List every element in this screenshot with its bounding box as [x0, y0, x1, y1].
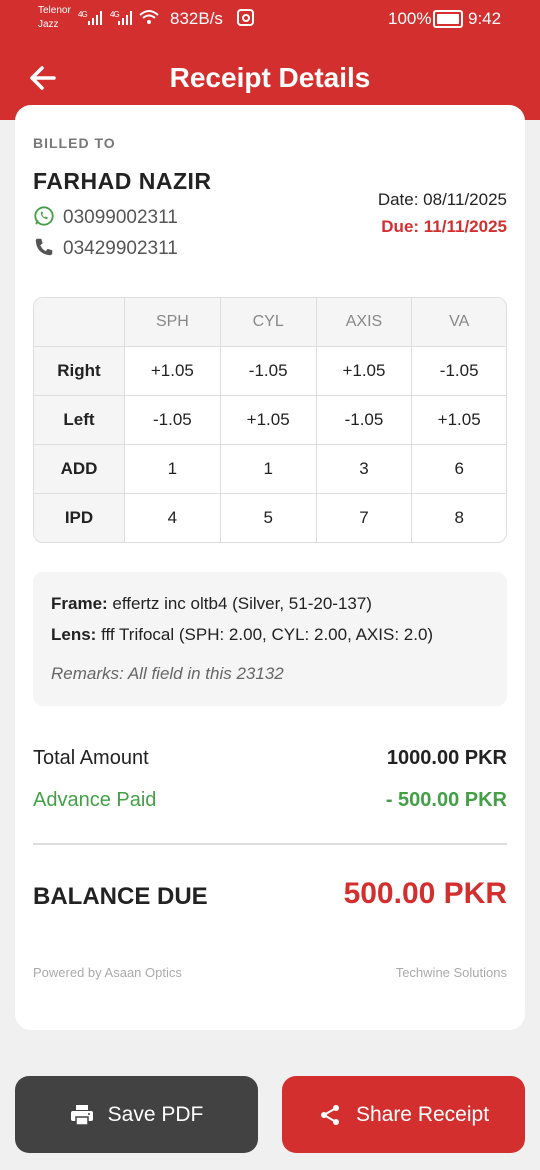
table-row: IPD 4 5 7 8 — [34, 494, 506, 542]
row-label: IPD — [34, 494, 125, 542]
printer-icon — [70, 1104, 93, 1126]
signal-icon-2 — [118, 11, 132, 25]
table-cell: 1 — [125, 445, 221, 494]
row-label: Left — [34, 396, 125, 445]
customer-name: FARHAD NAZIR — [33, 168, 212, 194]
table-cell: 7 — [317, 494, 413, 542]
table-cell: -1.05 — [412, 347, 506, 396]
instagram-icon — [237, 9, 254, 26]
prescription-header-row: SPH CYL AXIS VA — [34, 298, 506, 347]
table-cell: 8 — [454, 508, 464, 527]
network-speed: 832B/s — [170, 9, 223, 28]
table-cell: 6 — [412, 445, 506, 494]
prescription-table: SPH CYL AXIS VA Right +1.05 -1.05 +1.05 … — [33, 297, 507, 543]
balance-due-label: BALANCE DUE — [33, 883, 208, 910]
frame-lens-details: Frame: effertz inc oltb4 (Silver, 51-20-… — [33, 572, 507, 706]
frame-line: Frame: effertz inc oltb4 (Silver, 51-20-… — [51, 594, 372, 613]
powered-by: Powered by Asaan Optics — [33, 965, 182, 980]
column-header-va: VA — [412, 298, 506, 347]
table-row: Right +1.05 -1.05 +1.05 -1.05 — [34, 347, 506, 396]
lens-line: Lens: fff Trifocal (SPH: 2.00, CYL: 2.00… — [51, 625, 434, 644]
row-label: Right — [34, 347, 125, 396]
status-bar: Telenor Jazz 4G 4G 832B/s 100% 9:42 — [0, 0, 540, 40]
phone-number[interactable]: 03429902311 — [33, 236, 178, 260]
table-cell: +1.05 — [220, 396, 317, 445]
due-date: Due: 11/11/2025 — [381, 217, 507, 236]
signal-label-1: 4G — [78, 10, 88, 19]
battery-icon — [433, 10, 463, 28]
column-header-cyl: CYL — [220, 298, 317, 347]
signal-icon — [88, 11, 102, 25]
share-icon — [320, 1104, 339, 1125]
page-title: Receipt Details — [169, 62, 371, 93]
table-cell: 1 — [220, 445, 317, 494]
divider — [33, 843, 507, 845]
balance-due-value: 500.00 PKR — [343, 877, 507, 910]
vendor-credit: Techwine Solutions — [395, 965, 507, 980]
wifi-icon — [139, 10, 159, 24]
receipt-card: BILLED TO FARHAD NAZIR 03099002311 03429… — [15, 105, 525, 1030]
clock: 9:42 — [468, 9, 502, 28]
table-cell: 4 — [125, 494, 221, 542]
advance-paid-value: - 500.00 PKR — [385, 789, 507, 811]
total-amount-row: Total Amount 1000.00 PKR — [33, 747, 507, 770]
total-amount-value: 1000.00 PKR — [386, 747, 507, 769]
table-cell: -1.05 — [220, 347, 317, 396]
share-receipt-button[interactable]: Share Receipt — [282, 1076, 525, 1153]
remarks: Remarks: All field in this 23132 — [51, 664, 284, 683]
table-row: ADD 1 1 3 6 — [34, 445, 506, 494]
column-header — [34, 298, 125, 347]
row-label: ADD — [34, 445, 125, 494]
column-header-sph: SPH — [125, 298, 221, 347]
table-cell: +1.05 — [125, 347, 221, 396]
billed-to-label: BILLED TO — [33, 135, 116, 151]
total-amount-label: Total Amount — [33, 747, 149, 769]
table-cell: +1.05 — [412, 396, 506, 445]
battery-percent: 100% — [388, 9, 432, 28]
table-cell: +1.05 — [316, 347, 413, 396]
table-row: Left -1.05 +1.05 -1.05 +1.05 — [34, 396, 506, 445]
column-header-axis: AXIS — [316, 298, 413, 347]
receipt-date: Date: 08/11/2025 — [377, 190, 507, 209]
phone-icon — [35, 238, 53, 256]
app-bar: Telenor Jazz 4G 4G 832B/s 100% 9:42 Rece… — [0, 0, 540, 120]
save-pdf-button[interactable]: Save PDF — [15, 1076, 258, 1153]
table-cell: 3 — [316, 445, 413, 494]
advance-paid-row: Advance Paid - 500.00 PKR — [33, 789, 507, 812]
advance-paid-label: Advance Paid — [33, 789, 157, 811]
table-cell: 5 — [221, 494, 317, 542]
table-cell: -1.05 — [316, 396, 413, 445]
whatsapp-number[interactable]: 03099002311 — [33, 205, 178, 229]
whatsapp-icon — [34, 206, 54, 226]
carrier-name: Telenor Jazz — [38, 5, 71, 30]
table-cell: -1.05 — [125, 396, 221, 445]
